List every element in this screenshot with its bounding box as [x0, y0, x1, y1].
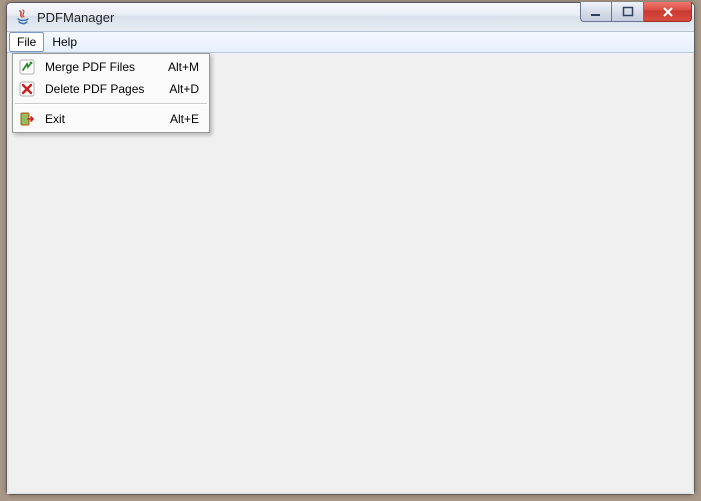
maximize-icon: [622, 6, 634, 18]
menu-item-label: Delete PDF Pages: [45, 82, 155, 96]
menu-item-accel: Alt+D: [169, 82, 199, 96]
menu-help[interactable]: Help: [44, 32, 85, 52]
close-icon: [661, 6, 675, 18]
menu-item-accel: Alt+M: [168, 60, 199, 74]
menu-item-exit[interactable]: Exit Alt+E: [13, 108, 209, 130]
title-bar[interactable]: PDFManager: [7, 3, 694, 32]
application-window: PDFManager File Help: [6, 2, 695, 495]
delete-icon: [19, 81, 35, 97]
file-menu-dropdown: Merge PDF Files Alt+M Delete PDF Pages A…: [12, 53, 210, 133]
minimize-icon: [590, 6, 602, 18]
menu-item-merge-pdf[interactable]: Merge PDF Files Alt+M: [13, 56, 209, 78]
client-area: Merge PDF Files Alt+M Delete PDF Pages A…: [7, 53, 694, 494]
maximize-button[interactable]: [612, 2, 644, 22]
window-controls: [580, 2, 692, 22]
menu-item-delete-pdf-pages[interactable]: Delete PDF Pages Alt+D: [13, 78, 209, 100]
close-button[interactable]: [644, 2, 692, 22]
merge-icon: [19, 59, 35, 75]
menu-separator: [15, 103, 207, 105]
exit-icon: [19, 111, 35, 127]
window-title: PDFManager: [37, 10, 114, 25]
menu-item-label: Exit: [45, 112, 156, 126]
java-app-icon: [15, 9, 31, 25]
menu-item-accel: Alt+E: [170, 112, 199, 126]
minimize-button[interactable]: [580, 2, 612, 22]
menu-file[interactable]: File: [9, 32, 44, 52]
menu-item-label: Merge PDF Files: [45, 60, 154, 74]
menu-bar: File Help: [7, 32, 694, 53]
